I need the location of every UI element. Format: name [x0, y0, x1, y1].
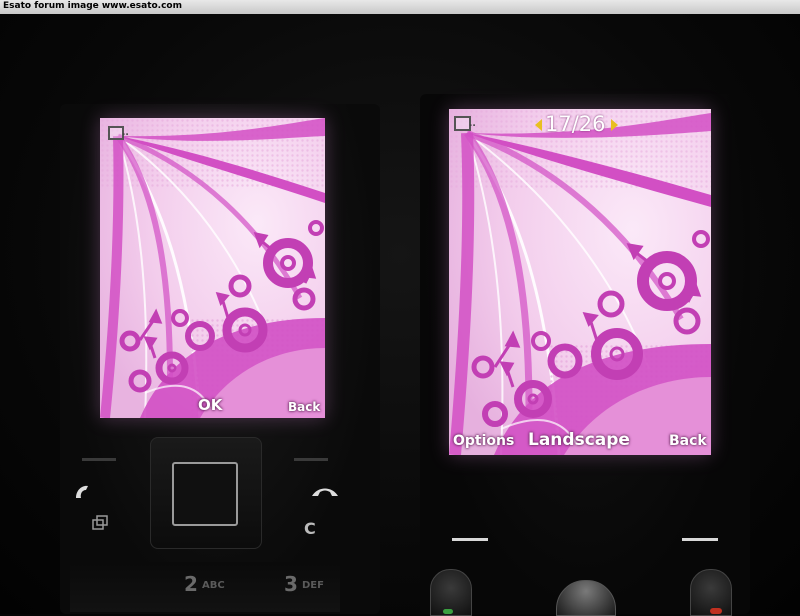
key-2-digit[interactable]: 2 — [184, 572, 198, 596]
right-right-key-bar — [682, 538, 718, 541]
call-icon[interactable] — [72, 482, 100, 502]
right-top-key-bar — [294, 458, 328, 461]
end-call-icon[interactable] — [310, 484, 340, 500]
left-top-key-bar — [82, 458, 116, 461]
softkey-options[interactable]: Options — [453, 433, 514, 449]
next-arrow-icon[interactable] — [611, 119, 618, 131]
right-left-key-bar — [452, 538, 488, 541]
key-2-letters: ABC — [202, 580, 225, 591]
right-end-indicator — [710, 608, 722, 614]
photo-scene: .. OK Back C 2 ABC 3 DEF .. 17/26 Option… — [0, 14, 800, 616]
right-wallpaper — [449, 109, 711, 455]
camera-key-icon[interactable] — [90, 514, 110, 532]
softkey-back[interactable]: Back — [288, 400, 320, 414]
softkey-back[interactable]: Back — [669, 433, 707, 449]
image-counter: 17/26 — [545, 112, 606, 136]
clear-key[interactable]: C — [304, 519, 316, 538]
left-wallpaper — [100, 118, 325, 418]
key-3-letters: DEF — [302, 580, 324, 591]
center-select-key[interactable] — [172, 462, 238, 526]
watermark-bar: Esato forum image www.esato.com — [0, 0, 800, 15]
key-3-digit[interactable]: 3 — [284, 572, 298, 596]
softkey-landscape[interactable]: Landscape — [528, 430, 630, 450]
softkey-ok[interactable]: OK — [198, 396, 222, 414]
status-dots: .. — [122, 128, 129, 138]
right-call-indicator — [443, 609, 453, 614]
status-dots: .. — [469, 119, 476, 129]
previous-arrow-icon[interactable] — [535, 119, 542, 131]
watermark-text: Esato forum image www.esato.com — [3, 1, 182, 11]
left-phone-screen: .. OK Back — [100, 118, 325, 418]
right-phone-screen: .. 17/26 Options Landscape Back — [449, 109, 711, 455]
